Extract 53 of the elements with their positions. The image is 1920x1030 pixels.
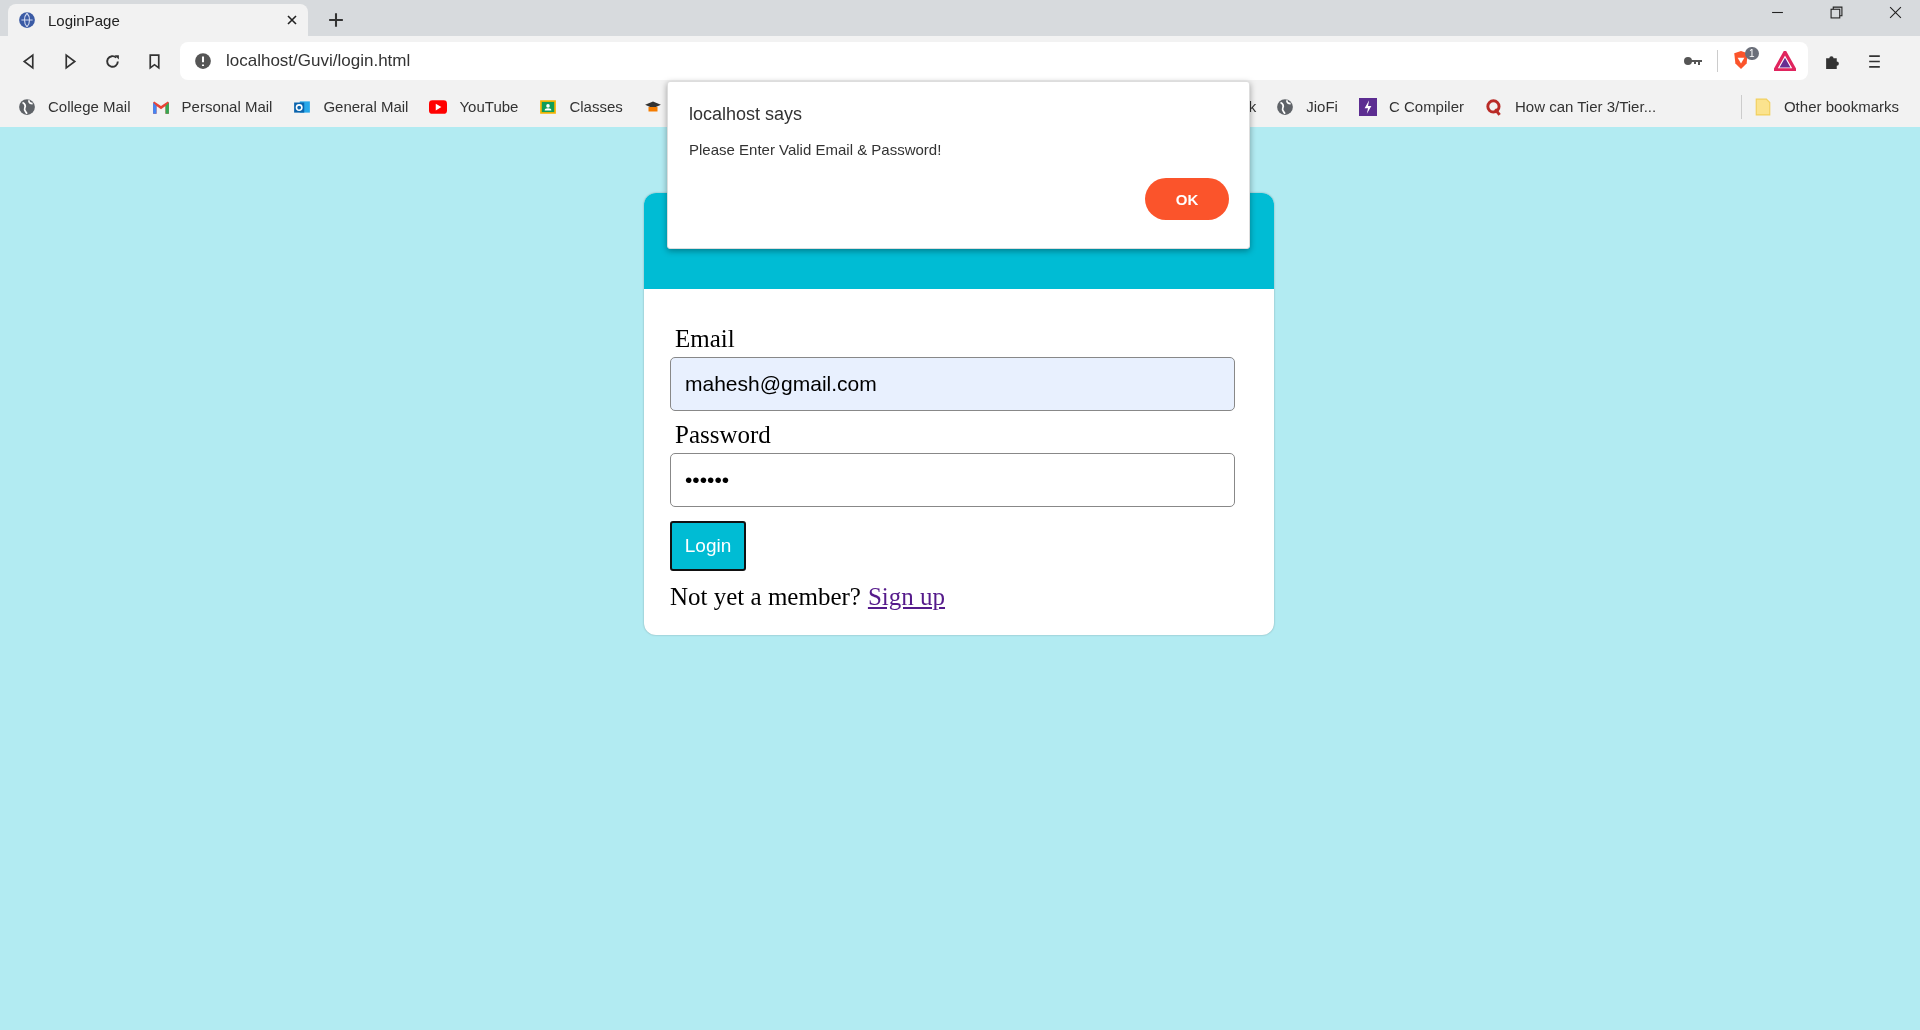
globe-icon bbox=[18, 97, 36, 116]
bolt-icon bbox=[1358, 97, 1377, 116]
forward-icon[interactable] bbox=[62, 52, 79, 70]
bookmark[interactable]: General Mail bbox=[293, 97, 409, 116]
close-icon[interactable] bbox=[1889, 5, 1902, 19]
triangle-icon[interactable] bbox=[1774, 51, 1796, 71]
bookmark-label: C Compiler bbox=[1388, 98, 1464, 115]
close-icon[interactable] bbox=[286, 14, 298, 26]
tab-title: LoginPage bbox=[48, 11, 121, 29]
bookmark-label: How can Tier 3/Tier... bbox=[1514, 98, 1657, 115]
bookmark-label: Personal Mail bbox=[181, 98, 273, 115]
browser-tab[interactable]: LoginPage bbox=[8, 4, 308, 36]
new-tab-icon[interactable] bbox=[328, 12, 344, 28]
bookmark[interactable]: JioFi bbox=[1276, 97, 1338, 116]
dialog-message: Please Enter Valid Email & Password! bbox=[689, 141, 942, 158]
input-field[interactable]: •••••• bbox=[670, 453, 1235, 507]
play-icon bbox=[429, 97, 448, 116]
bookmark-label: JioFi bbox=[1306, 98, 1338, 115]
url-text: localhost/Guvi/login.html bbox=[226, 51, 412, 71]
classroom-icon bbox=[539, 97, 558, 116]
bookmark-label: College Mail bbox=[48, 98, 131, 115]
signup-link[interactable]: Sign up bbox=[867, 583, 945, 611]
bookmark-label: Classes bbox=[569, 98, 623, 115]
menu-icon[interactable] bbox=[1866, 52, 1883, 70]
bookmark[interactable]: College Mail bbox=[18, 97, 131, 116]
field-label: Password bbox=[675, 421, 771, 449]
bookmark-label: Other bookmarks bbox=[1783, 98, 1899, 115]
folder-icon bbox=[1753, 97, 1772, 116]
dialog-title: localhost says bbox=[689, 104, 803, 125]
notification-badge: 1 bbox=[1745, 47, 1759, 60]
signup-prompt: Not yet a member? bbox=[670, 583, 861, 611]
bookmark-folder[interactable]: Other bookmarks bbox=[1753, 97, 1899, 116]
reload-icon[interactable] bbox=[104, 52, 121, 70]
bookmark[interactable]: YouTube bbox=[429, 97, 519, 116]
info-icon[interactable] bbox=[194, 52, 212, 70]
bookmark[interactable]: C Compiler bbox=[1358, 97, 1464, 116]
key-icon[interactable] bbox=[1683, 55, 1703, 67]
field-label: Email bbox=[675, 325, 735, 353]
bookmark-label: General Mail bbox=[323, 98, 409, 115]
bookmark[interactable]: Personal Mail bbox=[151, 97, 273, 116]
back-icon[interactable] bbox=[20, 52, 37, 70]
quora-icon bbox=[1484, 97, 1503, 116]
shield-icon[interactable] bbox=[1732, 49, 1750, 71]
restore-icon[interactable] bbox=[1830, 5, 1843, 19]
address-bar[interactable]: localhost/Guvi/login.html 1 bbox=[180, 42, 1808, 80]
globe-icon bbox=[1276, 97, 1295, 116]
bookmark[interactable]: How can Tier 3/Tier... bbox=[1484, 97, 1657, 116]
input-field[interactable]: mahesh@gmail.com bbox=[670, 357, 1235, 411]
bookmark-label: YouTube bbox=[459, 98, 519, 115]
bookmark-icon[interactable] bbox=[146, 52, 163, 70]
bookmark[interactable]: k bbox=[1248, 98, 1257, 115]
globe-icon bbox=[18, 11, 36, 29]
bookmark[interactable]: Classes bbox=[539, 97, 623, 116]
